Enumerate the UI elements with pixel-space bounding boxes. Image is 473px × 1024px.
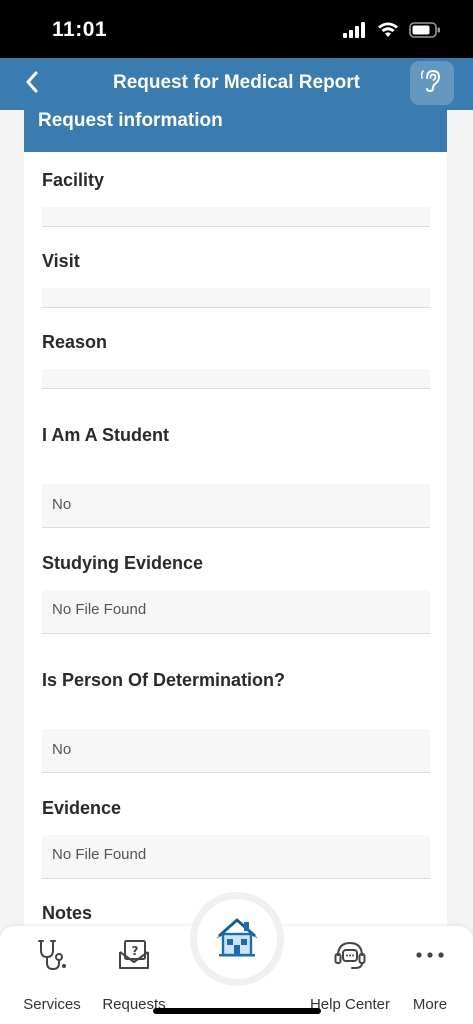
accessibility-button[interactable] [410,61,454,105]
reason-label: Reason [42,332,108,352]
nav-label-more: More [412,996,448,1013]
person-of-determination-field: No [42,729,430,773]
student-field: No [42,484,430,528]
visit-field [42,288,430,308]
battery-icon [409,22,441,43]
status-bar: 11:01 [0,0,473,58]
home-indicator [153,1008,321,1014]
reason-field [42,369,430,389]
headset-chat-icon [333,938,367,972]
facility-field [42,207,430,227]
ear-icon [419,67,445,100]
status-time: 11:01 [52,18,108,41]
nav-item-requests[interactable]: ? Requests [96,926,172,1016]
home-button-inner [197,899,277,979]
studying-evidence-label: Studying Evidence [42,553,204,573]
facility-label: Facility [42,170,105,190]
screen: 11:01 Request for Medical Report Request… [0,0,473,1024]
nav-item-help-center[interactable]: Help Center [302,926,398,1016]
student-label: I Am A Student [42,425,169,445]
home-icon [215,916,259,963]
requests-icon: ? [117,938,151,972]
evidence-value: No File Found [52,846,147,863]
nav-label-help-center: Help Center [309,996,391,1013]
nav-label-services: Services [23,996,81,1013]
page-title: Request for Medical Report [112,72,361,93]
studying-evidence-value: No File Found [52,601,147,618]
nav-item-services[interactable]: Services [14,926,90,1016]
nav-item-more[interactable]: More [402,926,458,1016]
more-dots-icon [413,938,447,972]
wifi-icon [377,22,399,43]
visit-label: Visit [42,251,80,271]
student-value: No [52,496,72,513]
svg-text:?: ? [132,944,139,958]
person-of-determination-label: Is Person Of Determination? [42,670,286,690]
evidence-field[interactable]: No File Found [42,835,430,879]
evidence-label: Evidence [42,798,122,818]
stethoscope-icon [35,938,69,972]
section-header: Request information [24,110,447,152]
status-icons [343,22,441,43]
signal-icon [343,22,367,43]
studying-evidence-field[interactable]: No File Found [42,590,430,634]
person-of-determination-value: No [52,741,72,758]
section-title: Request information [38,110,223,131]
nav-header: Request for Medical Report [0,58,473,110]
notes-label: Notes [42,903,93,923]
home-button[interactable] [190,892,284,986]
